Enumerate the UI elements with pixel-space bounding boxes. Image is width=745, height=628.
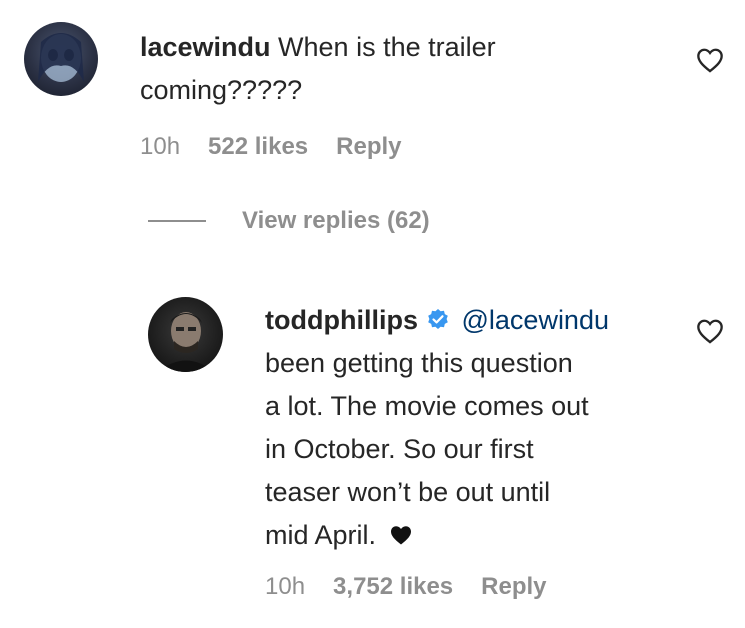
reply-like-heart-icon[interactable] bbox=[696, 318, 724, 344]
view-replies-button[interactable]: View replies (62) bbox=[148, 207, 430, 235]
reply-button[interactable]: Reply bbox=[336, 133, 401, 161]
comment-body: lacewindu When is the trailer coming????… bbox=[140, 26, 496, 112]
comment-username[interactable]: lacewindu bbox=[140, 32, 271, 62]
reply-line-5: mid April. bbox=[265, 520, 384, 550]
comment-time: 10h bbox=[140, 133, 181, 160]
comment-likes[interactable]: 522 likes bbox=[208, 133, 308, 161]
reply-line-2: a lot. The movie comes out bbox=[265, 391, 589, 421]
comment-meta: 10h 522 likes Reply bbox=[140, 133, 402, 161]
like-heart-icon[interactable] bbox=[696, 47, 724, 73]
view-replies-label: View replies (62) bbox=[242, 207, 430, 234]
reply-line-3: in October. So our first bbox=[265, 434, 534, 464]
black-heart-icon bbox=[388, 516, 414, 545]
reply-line-4: teaser won’t be out until bbox=[265, 477, 551, 507]
reply-reply-button[interactable]: Reply bbox=[481, 573, 546, 601]
reply-username[interactable]: toddphillips bbox=[265, 305, 418, 335]
avatar-photo bbox=[158, 312, 214, 372]
replier-avatar[interactable] bbox=[148, 297, 223, 372]
comment-text-line1: When is the trailer bbox=[270, 32, 496, 62]
verified-badge-icon bbox=[426, 302, 450, 329]
reply-meta: 10h 3,752 likes Reply bbox=[265, 573, 547, 601]
reply-body: toddphillips @lacewindu been getting thi… bbox=[265, 299, 609, 557]
reply-time: 10h bbox=[265, 573, 306, 600]
reply-line-1: been getting this question bbox=[265, 348, 573, 378]
comment-text-line2: coming????? bbox=[140, 75, 303, 105]
avatar-illustration bbox=[38, 33, 84, 82]
reply-mention[interactable]: @lacewindu bbox=[462, 305, 610, 335]
replies-divider bbox=[148, 220, 206, 222]
reply-likes[interactable]: 3,752 likes bbox=[333, 573, 453, 601]
commenter-avatar[interactable] bbox=[24, 22, 98, 96]
